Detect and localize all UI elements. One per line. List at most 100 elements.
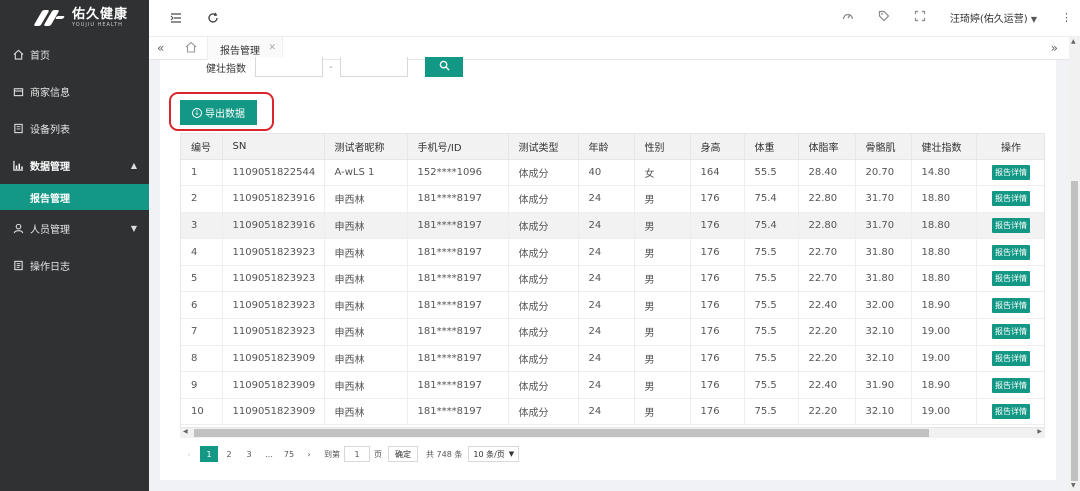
close-icon[interactable]: ✕ [268, 43, 276, 53]
table-cell: 19.00 [911, 345, 977, 373]
sidebar-item-devices[interactable]: 设备列表 [0, 110, 149, 147]
sidebar-item-report-management[interactable]: 报告管理 [0, 184, 149, 210]
next-page-icon[interactable]: › [300, 446, 318, 462]
table-row[interactable]: 5 1109051823923 申西林 181****8197 体成分 24 男 176 75.… [181, 265, 1044, 293]
fullscreen-icon[interactable] [914, 10, 926, 25]
scrollbar-thumb[interactable] [194, 429, 929, 437]
scroll-left-arrow-icon[interactable]: ◀ [183, 428, 188, 435]
table-row[interactable]: 4 1109051823923 申西林 181****8197 体成分 24 男 176 75.… [181, 238, 1044, 266]
report-detail-button[interactable]: 报告详情 [992, 404, 1030, 420]
table-cell: 1109051823923 [222, 238, 325, 266]
table-cell: 1109051823923 [222, 265, 325, 293]
report-detail-button[interactable]: 报告详情 [992, 217, 1030, 233]
table-cell: 1109051823909 [222, 345, 325, 373]
table-cell: 男 [634, 265, 691, 293]
home-tab-icon[interactable] [185, 41, 197, 56]
table-cell: 1109051823923 [222, 291, 325, 320]
table-cell: 20.70 [855, 159, 912, 187]
scroll-left-icon[interactable]: « [157, 41, 164, 55]
sidebar-item-data-management[interactable]: 数据管理 ▲ [0, 147, 149, 184]
refresh-icon[interactable] [205, 10, 221, 26]
table-row[interactable]: 6 1109051823923 申西林 181****8197 体成分 24 男 176 75.… [181, 291, 1044, 320]
report-detail-button[interactable]: 报告详情 [992, 377, 1030, 393]
theme-icon[interactable] [842, 10, 854, 25]
page-1[interactable]: 1 [200, 446, 218, 462]
filter-max-input[interactable] [340, 57, 408, 77]
sidebar-item-home[interactable]: 首页 [0, 36, 149, 73]
table-cell: 6 [181, 291, 223, 320]
table-cell: 176 [690, 265, 745, 293]
sidebar-item-label: 商家信息 [30, 88, 70, 99]
sidebar-item-operation-log[interactable]: 操作日志 [0, 247, 149, 284]
table-cell: 体成分 [508, 185, 579, 213]
scroll-right-icon[interactable]: » [1051, 41, 1058, 55]
table-cell: 体成分 [508, 371, 579, 399]
sidebar-item-label: 操作日志 [30, 262, 70, 273]
page-3[interactable]: 3 [240, 446, 258, 462]
table-cell: 32.10 [855, 345, 912, 373]
table-row[interactable]: 10 1109051823909 申西林 181****8197 体成分 24 男 176 75… [181, 398, 1044, 426]
table-row[interactable]: 1 1109051822544 A-wLS 1 152****1096 体成分 40 女 16… [181, 159, 1044, 187]
page-size-select[interactable]: 10 条/页 ▼ [468, 446, 520, 462]
scroll-up-arrow-icon[interactable]: ▲ [1071, 38, 1076, 45]
export-label: 导出数据 [205, 109, 245, 120]
table-cell: 体成分 [508, 265, 579, 293]
horizontal-scrollbar[interactable]: ◀ ▶ [180, 428, 1045, 438]
table-cell: 22.20 [798, 398, 856, 426]
tag-icon[interactable] [878, 10, 890, 25]
top-header: 汪琦婷(佑久运营) ▼ ⋮ [149, 0, 1080, 36]
vertical-scrollbar[interactable]: ▲ ▼ [1069, 36, 1080, 491]
total-count: 共 748 条 [426, 449, 463, 459]
table-cell: 75.4 [744, 212, 799, 240]
table-cell: 申西林 [324, 318, 408, 346]
vertical-scrollbar-thumb[interactable] [1071, 181, 1078, 481]
more-vertical-icon[interactable]: ⋮ [1061, 11, 1072, 24]
table-cell: 22.80 [798, 212, 856, 240]
scroll-down-arrow-icon[interactable]: ▼ [1071, 482, 1076, 489]
table-cell: 181****8197 [407, 398, 509, 426]
goto-page-input[interactable]: 1 [344, 446, 370, 462]
table-cell: 申西林 [324, 238, 408, 266]
report-detail-button[interactable]: 报告详情 [992, 324, 1030, 340]
table-cell: 申西林 [324, 185, 408, 213]
page-75[interactable]: 75 [280, 446, 298, 462]
sidebar-item-merchant[interactable]: 商家信息 [0, 73, 149, 110]
table-cell: 31.80 [855, 265, 912, 293]
user-menu[interactable]: 汪琦婷(佑久运营) ▼ [950, 10, 1037, 25]
sidebar-item-personnel[interactable]: 人员管理 ▼ [0, 210, 149, 247]
table-row[interactable]: 9 1109051823909 申西林 181****8197 体成分 24 男 176 75.… [181, 371, 1044, 399]
goto-label: 到第 [324, 449, 340, 459]
table-cell: 176 [690, 398, 745, 426]
report-detail-button[interactable]: 报告详情 [992, 297, 1030, 313]
prev-page-icon[interactable]: ‹ [180, 446, 198, 462]
report-detail-button[interactable]: 报告详情 [992, 164, 1030, 180]
export-data-button[interactable]: ↓ 导出数据 [180, 100, 257, 125]
table-cell: 申西林 [324, 398, 408, 426]
search-button[interactable] [425, 57, 463, 77]
table-cell: 18.80 [911, 238, 977, 266]
menu-fold-icon[interactable] [168, 10, 184, 26]
caret-down-icon: ▼ [1030, 15, 1037, 24]
table-cell: 75.5 [744, 371, 799, 399]
confirm-button[interactable]: 确定 [388, 446, 418, 462]
filter-label: 健壮指数 [206, 64, 246, 75]
table-row[interactable]: 2 1109051823916 申西林 181****8197 体成分 24 男 176 75.… [181, 185, 1044, 213]
logo[interactable]: 佑久健康 YOUJIU HEALTH [0, 0, 149, 36]
column-header: 测试类型 [508, 134, 579, 160]
sidebar: 佑久健康 YOUJIU HEALTH 首页 商家信息 设备列表 数据管理 ▲ 报… [0, 0, 149, 491]
table-row[interactable]: 8 1109051823909 申西林 181****8197 体成分 24 男 176 75.… [181, 345, 1044, 373]
table-row[interactable]: 3 1109051823916 申西林 181****8197 体成分 24 男 176 75.… [181, 212, 1044, 240]
scroll-right-arrow-icon[interactable]: ▶ [1037, 428, 1042, 435]
table-cell: 24 [578, 238, 635, 266]
report-detail-button[interactable]: 报告详情 [992, 271, 1030, 287]
table-row[interactable]: 7 1109051823923 申西林 181****8197 体成分 24 男 176 75.… [181, 318, 1044, 346]
pagination: ‹ 1 2 3 … 75 › 到第 1 页 确定 共 748 条 10 条/页 … [180, 445, 520, 463]
page-2[interactable]: 2 [220, 446, 238, 462]
filter-min-input[interactable] [255, 57, 323, 77]
table-cell: 体成分 [508, 318, 579, 346]
report-detail-button[interactable]: 报告详情 [992, 350, 1030, 366]
table-cell: 176 [690, 371, 745, 399]
table-cell: 10 [181, 398, 223, 426]
report-detail-button[interactable]: 报告详情 [992, 244, 1030, 260]
report-detail-button[interactable]: 报告详情 [992, 191, 1030, 207]
